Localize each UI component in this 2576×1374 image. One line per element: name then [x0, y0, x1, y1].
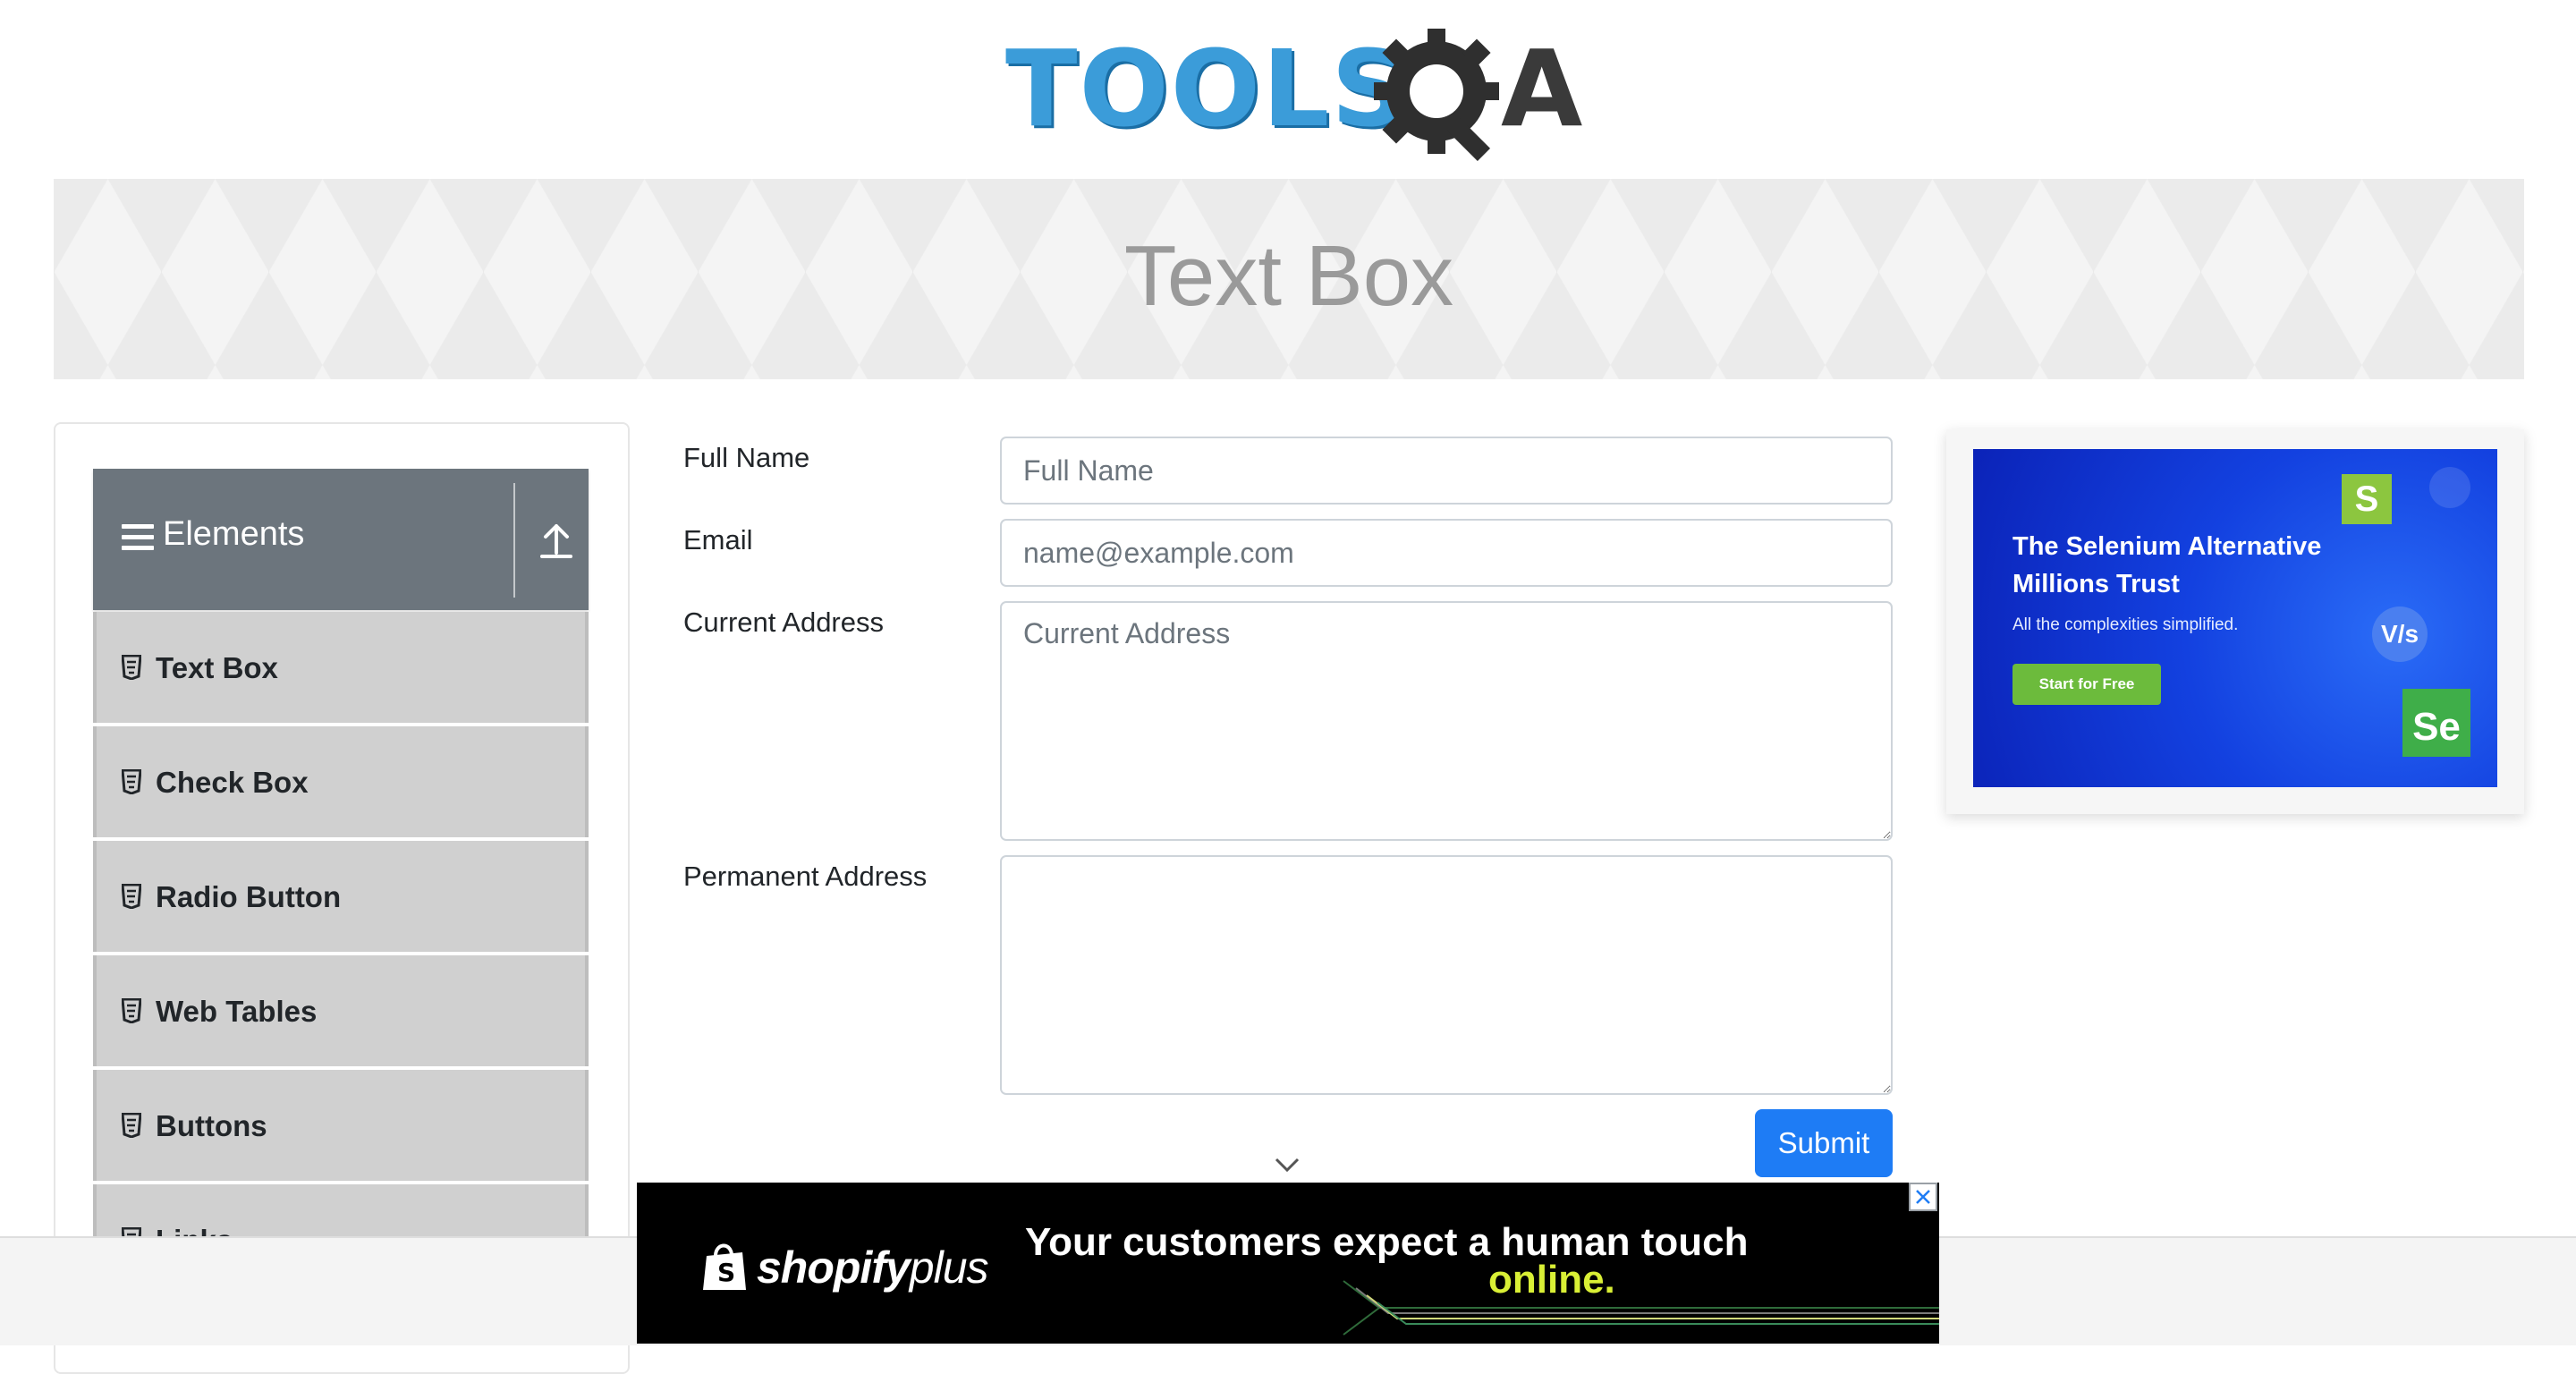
upload-arrow-icon[interactable] [530, 513, 583, 567]
shopify-brand: shopify [757, 1243, 911, 1293]
full-name-label: Full Name [683, 442, 810, 473]
side-ad-title: The Selenium Alternative Millions Trust [2012, 532, 2322, 598]
sidebar-menu: Text Box Check Box Radio Button Web Tabl… [93, 612, 589, 1299]
header-divider [513, 483, 515, 598]
side-ad-subtitle: All the complexities simplified. [2012, 615, 2239, 634]
sidebar-item-label: Web Tables [156, 995, 318, 1028]
logo-suffix: A [1501, 27, 1583, 150]
close-icon [1916, 1190, 1930, 1204]
html5-shield-icon [122, 998, 141, 1023]
bottom-ad-headline: Your customers expect a human touch [1025, 1220, 1749, 1264]
logo-text: TOOLS [1005, 27, 1410, 150]
html5-shield-icon [122, 1113, 141, 1138]
sidebar-panel: Elements Text Box Check Box Radio Button… [54, 422, 630, 1374]
s-badge: S [2342, 474, 2392, 524]
sidebar-item-buttons[interactable]: Buttons [93, 1070, 589, 1181]
chevron-down-icon[interactable] [1274, 1154, 1301, 1175]
html5-shield-icon [122, 884, 141, 909]
submit-button[interactable]: Submit [1755, 1109, 1893, 1177]
shopping-bag-icon: S [703, 1243, 746, 1290]
start-for-free-button[interactable]: Start for Free [2012, 664, 2161, 705]
sidebar-item-radio-button[interactable]: Radio Button [93, 841, 589, 952]
page-title: Text Box [1123, 228, 1454, 324]
html5-shield-icon [122, 769, 141, 794]
code-icon [2429, 467, 2470, 508]
permanent-address-label: Permanent Address [683, 861, 928, 892]
bottom-ad-headline-accent: online. [1488, 1258, 1615, 1302]
selenium-badge: Se [2402, 689, 2470, 757]
ad-close-button[interactable] [1909, 1183, 1937, 1211]
shopify-brand-suffix: plus [909, 1243, 989, 1293]
versus-badge: V/s [2372, 606, 2428, 662]
hamburger-icon [122, 524, 154, 551]
sidebar-item-label: Buttons [156, 1109, 267, 1142]
svg-text:S: S [717, 1258, 735, 1287]
current-address-textarea[interactable] [1000, 601, 1893, 841]
group-header-elements[interactable]: Elements [93, 469, 589, 610]
sidebar-item-label: Check Box [156, 766, 309, 799]
sidebar-item-check-box[interactable]: Check Box [93, 726, 589, 837]
sidebar-item-label: Text Box [156, 651, 278, 684]
page-banner: Text Box [54, 179, 2524, 379]
email-label: Email [683, 524, 753, 556]
sidebar-item-text-box[interactable]: Text Box [93, 612, 589, 723]
group-title: Elements [163, 515, 305, 553]
side-ad-banner[interactable]: S The Selenium Alternative Millions Trus… [1973, 449, 2497, 787]
shopify-wordmark: shopifyplus [757, 1242, 989, 1293]
email-input[interactable] [1000, 519, 1893, 587]
html5-shield-icon [122, 655, 141, 680]
permanent-address-textarea[interactable] [1000, 855, 1893, 1095]
sidebar-item-label: Radio Button [156, 880, 342, 913]
toolsqa-logo[interactable]: TOOLS A [1000, 27, 1585, 161]
full-name-input[interactable] [1000, 437, 1893, 505]
side-ad-card: S The Selenium Alternative Millions Trus… [1946, 429, 2524, 814]
bottom-ad-banner[interactable]: S shopifyplus Your customers expect a hu… [637, 1183, 1939, 1344]
current-address-label: Current Address [683, 606, 884, 638]
sidebar-item-web-tables[interactable]: Web Tables [93, 955, 589, 1066]
shopify-plus-logo: S shopifyplus [699, 1234, 1004, 1297]
